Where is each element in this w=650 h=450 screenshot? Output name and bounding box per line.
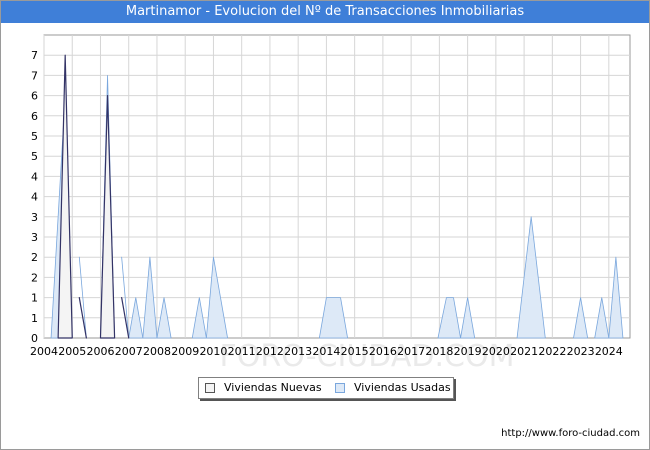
legend-item-usadas: Viviendas Usadas bbox=[335, 381, 451, 394]
source-url: http://www.foro-ciudad.com bbox=[501, 428, 640, 439]
legend-label-usadas: Viviendas Usadas bbox=[354, 381, 451, 394]
plot-area bbox=[43, 34, 631, 339]
y-axis: 0 1 1 2 2 3 3 4 4 5 5 6 6 7 7 bbox=[31, 49, 38, 345]
x-tick-label: 2019 bbox=[454, 345, 482, 358]
legend-label-nuevas: Viviendas Nuevas bbox=[224, 381, 322, 394]
x-tick-label: 2022 bbox=[538, 345, 566, 358]
y-tick-label: 3 bbox=[31, 231, 38, 244]
x-tick-label: 2020 bbox=[482, 345, 510, 358]
x-tick-label: 2007 bbox=[115, 345, 143, 358]
x-tick-label: 2015 bbox=[341, 345, 369, 358]
y-tick-label: 7 bbox=[31, 49, 38, 62]
y-tick-label: 7 bbox=[31, 69, 38, 82]
x-tick-label: 2008 bbox=[143, 345, 171, 358]
y-tick-label: 6 bbox=[31, 110, 38, 123]
x-tick-label: 2004 bbox=[30, 345, 58, 358]
x-tick-label: 2023 bbox=[567, 345, 595, 358]
legend-item-nuevas: Viviendas Nuevas bbox=[205, 381, 322, 394]
x-tick-label: 2011 bbox=[228, 345, 256, 358]
x-tick-label: 2016 bbox=[369, 345, 397, 358]
y-tick-label: 1 bbox=[31, 312, 38, 325]
y-tick-label: 0 bbox=[31, 332, 38, 345]
y-tick-label: 2 bbox=[31, 271, 38, 284]
x-tick-label: 2013 bbox=[284, 345, 312, 358]
x-tick-label: 2021 bbox=[510, 345, 538, 358]
x-axis: 2004 2005 2006 2007 2008 2009 2010 2011 2012 2013… bbox=[30, 345, 623, 358]
y-tick-label: 4 bbox=[31, 170, 38, 183]
y-tick-label: 3 bbox=[31, 211, 38, 224]
x-tick-label: 2018 bbox=[425, 345, 453, 358]
y-tick-label: 5 bbox=[31, 150, 38, 163]
y-tick-label: 2 bbox=[31, 251, 38, 264]
legend: Viviendas Nuevas Viviendas Usadas bbox=[198, 377, 454, 399]
legend-swatch-nuevas bbox=[205, 382, 215, 393]
x-tick-label: 2005 bbox=[58, 345, 86, 358]
y-tick-label: 5 bbox=[31, 130, 38, 143]
x-tick-label: 2009 bbox=[171, 345, 199, 358]
x-tick-label: 2010 bbox=[199, 345, 227, 358]
x-tick-label: 2014 bbox=[312, 345, 340, 358]
y-tick-label: 6 bbox=[31, 90, 38, 103]
x-tick-label: 2017 bbox=[397, 345, 425, 358]
y-tick-label: 1 bbox=[31, 292, 38, 305]
x-tick-label: 2006 bbox=[86, 345, 114, 358]
x-tick-label: 2012 bbox=[256, 345, 284, 358]
legend-swatch-usadas bbox=[335, 382, 345, 393]
x-tick-label: 2024 bbox=[595, 345, 623, 358]
y-tick-label: 4 bbox=[31, 191, 38, 204]
